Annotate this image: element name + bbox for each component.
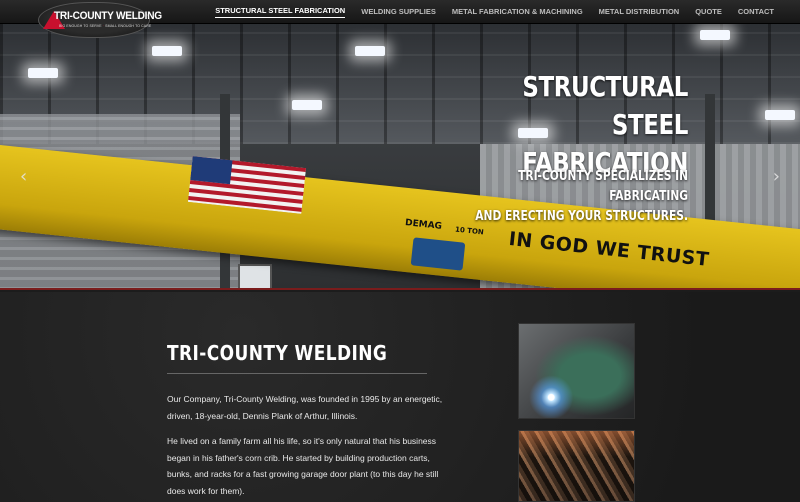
ceiling-light [700,30,730,40]
nav-welding-supplies[interactable]: WELDING SUPPLIES [361,7,436,18]
nav-structural-steel[interactable]: STRUCTURAL STEEL FABRICATION [215,6,346,18]
about-paragraph: He lived on a family farm all his life, … [167,436,439,496]
chevron-right-icon[interactable]: › [773,166,780,187]
hero-photo-window [238,264,272,288]
hero-subtitle: TRI-COUNTY SPECIALIZES IN FABRICATING AN… [442,167,688,227]
nav-contact[interactable]: CONTACT [738,7,774,18]
ceiling-light [28,68,58,78]
about-paragraph: Our Company, Tri-County Welding, was fou… [167,394,443,421]
hero-subtitle-line1: TRI-COUNTY SPECIALIZES IN FABRICATING [518,169,688,204]
hero-slider: DEMAG 10 TON IN GOD WE TRUST STRUCTURAL … [0,24,800,290]
logo-tagline-left: BIG ENOUGH TO SERVE [59,24,102,28]
logo-name: TRI-COUNTY WELDING [54,10,162,22]
ceiling-light [765,110,795,120]
main-nav: STRUCTURAL STEEL FABRICATION WELDING SUP… [199,0,774,24]
logo-tagline: BIG ENOUGH TO SERVE · SMALL ENOUGH TO CA… [59,24,151,28]
nav-metal-fabrication[interactable]: METAL FABRICATION & MACHINING [452,7,583,18]
steel-angles-photo [518,430,635,502]
hero-title-line1: STRUCTURAL STEEL [522,70,688,141]
ceiling-light [355,46,385,56]
about-section: TRI-COUNTY WELDING Our Company, Tri-Coun… [0,292,800,502]
welder-photo [518,323,635,419]
chevron-left-icon[interactable]: ‹ [20,166,27,187]
hero-title: STRUCTURAL STEEL FABRICATION [442,68,688,182]
site-logo[interactable]: TRI-COUNTY WELDING BIG ENOUGH TO SERVE ·… [38,2,162,38]
nav-metal-distribution[interactable]: METAL DISTRIBUTION [599,7,680,18]
crane-hoist [410,237,466,271]
title-divider [167,373,427,374]
ceiling-light [292,100,322,110]
about-title: TRI-COUNTY WELDING [167,341,388,365]
logo-tagline-right: SMALL ENOUGH TO CARE [105,24,152,28]
nav-quote[interactable]: QUOTE [695,7,722,18]
ceiling-light [152,46,182,56]
hero-subtitle-line2: AND ERECTING YOUR STRUCTURES. [475,209,688,224]
